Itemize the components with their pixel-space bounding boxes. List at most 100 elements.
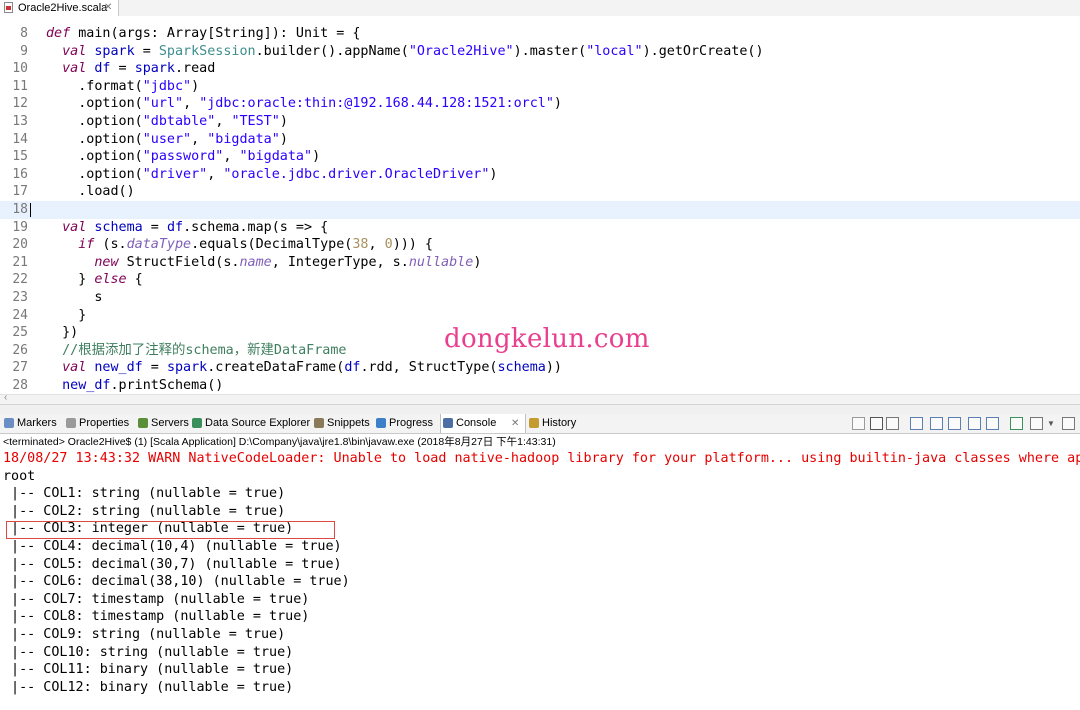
editor-tab-label: Oracle2Hive.scala (18, 2, 108, 14)
progress-icon (376, 418, 386, 428)
line-number: 15 (12, 149, 28, 165)
code-line[interactable]: 24 } (0, 307, 1080, 325)
code-text: new StructField(s.name, IntegerType, s.n… (94, 254, 482, 270)
code-text: val schema = df.schema.map(s => { (62, 219, 329, 235)
code-text: } else { (46, 272, 143, 288)
tab-progress[interactable]: Progress (374, 414, 438, 433)
tab-label: Console (456, 417, 497, 429)
code-text: .option("driver", "oracle.jdbc.driver.Or… (46, 166, 498, 182)
line-number: 9 (20, 43, 28, 59)
line-number: 8 (20, 26, 28, 41)
scroll-left-icon[interactable]: ‹ (4, 392, 7, 403)
code-line[interactable]: 19 val schema = df.schema.map(s => { (0, 219, 1080, 237)
tab-markers[interactable]: Markers (2, 414, 62, 433)
line-number: 10 (12, 61, 28, 77)
tab-label: History (542, 417, 577, 429)
history-icon (529, 418, 539, 428)
minimize-icon[interactable] (1062, 417, 1075, 430)
code-text: .option("url", "jdbc:oracle:thin:@192.16… (46, 96, 562, 112)
tab-servers[interactable]: Servers (136, 414, 189, 433)
code-text: .load() (46, 184, 135, 200)
line-number: 18 (12, 202, 28, 217)
code-line[interactable]: 15 .option("password", "bigdata") (0, 148, 1080, 166)
remove-all-icon[interactable] (886, 417, 899, 430)
line-number: 13 (12, 114, 28, 129)
console-warning-line: 18/08/27 13:43:32 WARN NativeCodeLoader:… (3, 451, 1080, 466)
code-text: .option("dbtable", "TEST") (46, 114, 288, 129)
code-line[interactable]: 17 .load() (0, 183, 1080, 201)
code-text: new_df.printSchema() (62, 378, 224, 393)
line-number: 12 (12, 96, 28, 112)
tab-console[interactable]: Console ✕ (440, 414, 526, 433)
watermark: dongkelun.com (444, 324, 650, 354)
code-text: val new_df = spark.createDataFrame(df.rd… (62, 360, 562, 376)
console-line: |-- COL10: string (nullable = true) (3, 644, 294, 660)
line-number: 24 (12, 307, 28, 323)
code-line[interactable]: 14 .option("user", "bigdata") (0, 131, 1080, 149)
data-source-explorer-icon (192, 418, 202, 428)
tab-properties[interactable]: Properties (64, 414, 134, 433)
tab-label: Properties (79, 417, 130, 429)
code-line[interactable]: 23 s (0, 289, 1080, 307)
line-number: 26 (12, 342, 28, 358)
tab-history[interactable]: History (527, 414, 579, 433)
code-line[interactable]: 28 new_df.printSchema() (0, 377, 1080, 394)
line-number: 22 (12, 272, 28, 288)
code-text: def main(args: Array[String]): Unit = { (46, 26, 361, 41)
console-process-info: <terminated> Oracle2Hive$ (1) [Scala App… (0, 434, 1080, 450)
line-number: 21 (12, 254, 28, 270)
line-number: 11 (12, 78, 28, 94)
show-on-stdout-icon[interactable] (968, 417, 981, 430)
code-text: val spark = SparkSession.builder().appNa… (62, 43, 764, 59)
code-line[interactable]: 21 new StructField(s.name, IntegerType, … (0, 254, 1080, 272)
view-tab-bar: Markers Properties Servers Data Source Expl… (0, 414, 1080, 434)
code-line[interactable]: 18 (0, 201, 1080, 219)
word-wrap-icon[interactable] (948, 417, 961, 430)
snippets-icon (314, 418, 324, 428)
code-line[interactable]: 27 val new_df = spark.createDataFrame(df… (0, 359, 1080, 377)
line-number: 19 (12, 219, 28, 235)
tab-snippets[interactable]: Snippets (312, 414, 372, 433)
editor-tab-oracle2hive[interactable]: Oracle2Hive.scala ✕ (0, 0, 119, 16)
code-line[interactable]: 10 val df = spark.read (0, 60, 1080, 78)
console-output[interactable]: 18/08/27 13:43:32 WARN NativeCodeLoader:… (0, 450, 1080, 710)
console-line: |-- COL9: string (nullable = true) (3, 627, 286, 642)
code-text: }) (46, 325, 79, 341)
code-text: .format("jdbc") (46, 78, 200, 94)
code-line[interactable]: 13 .option("dbtable", "TEST") (0, 113, 1080, 131)
code-line[interactable]: 9 val spark = SparkSession.builder().app… (0, 43, 1080, 61)
code-line[interactable]: 12 .option("url", "jdbc:oracle:thin:@192… (0, 95, 1080, 113)
tab-data-source-explorer[interactable]: Data Source Explorer (190, 414, 310, 433)
display-console-icon[interactable] (1030, 417, 1043, 430)
console-line: |-- COL12: binary (nullable = true) (3, 679, 294, 695)
highlight-box (6, 521, 335, 539)
code-line[interactable]: 8 def main(args: Array[String]): Unit = { (0, 25, 1080, 43)
text-caret (30, 203, 31, 217)
line-number: 17 (12, 184, 28, 200)
line-number: 25 (12, 325, 28, 341)
code-line[interactable]: 22 } else { (0, 271, 1080, 289)
code-text: } (46, 307, 87, 323)
console-line: |-- COL8: timestamp (nullable = true) (3, 609, 310, 625)
tab-label: Data Source Explorer (205, 417, 311, 429)
scroll-lock-icon[interactable] (930, 417, 943, 430)
close-icon[interactable]: ✕ (511, 414, 519, 433)
code-line[interactable]: 16 .option("driver", "oracle.jdbc.driver… (0, 166, 1080, 184)
line-number: 20 (12, 237, 28, 253)
scala-file-icon (4, 2, 13, 13)
remove-launch-icon[interactable] (870, 417, 883, 430)
view-menu-icon[interactable]: ▼ (1047, 417, 1060, 430)
code-line[interactable]: 20 if (s.dataType.equals(DecimalType(38,… (0, 236, 1080, 254)
tab-label: Snippets (327, 417, 370, 429)
clear-console-icon[interactable] (910, 417, 923, 430)
servers-icon (138, 418, 148, 428)
console-line: |-- COL7: timestamp (nullable = true) (3, 591, 310, 607)
pin-console-icon[interactable] (1010, 417, 1023, 430)
code-line[interactable]: 11 .format("jdbc") (0, 78, 1080, 96)
code-editor[interactable]: 8 def main(args: Array[String]): Unit = {… (0, 16, 1080, 394)
tab-label: Servers (151, 417, 189, 429)
close-icon[interactable]: ✕ (104, 0, 112, 16)
terminate-icon[interactable] (852, 417, 865, 430)
markers-icon (4, 418, 14, 428)
show-on-stderr-icon[interactable] (986, 417, 999, 430)
